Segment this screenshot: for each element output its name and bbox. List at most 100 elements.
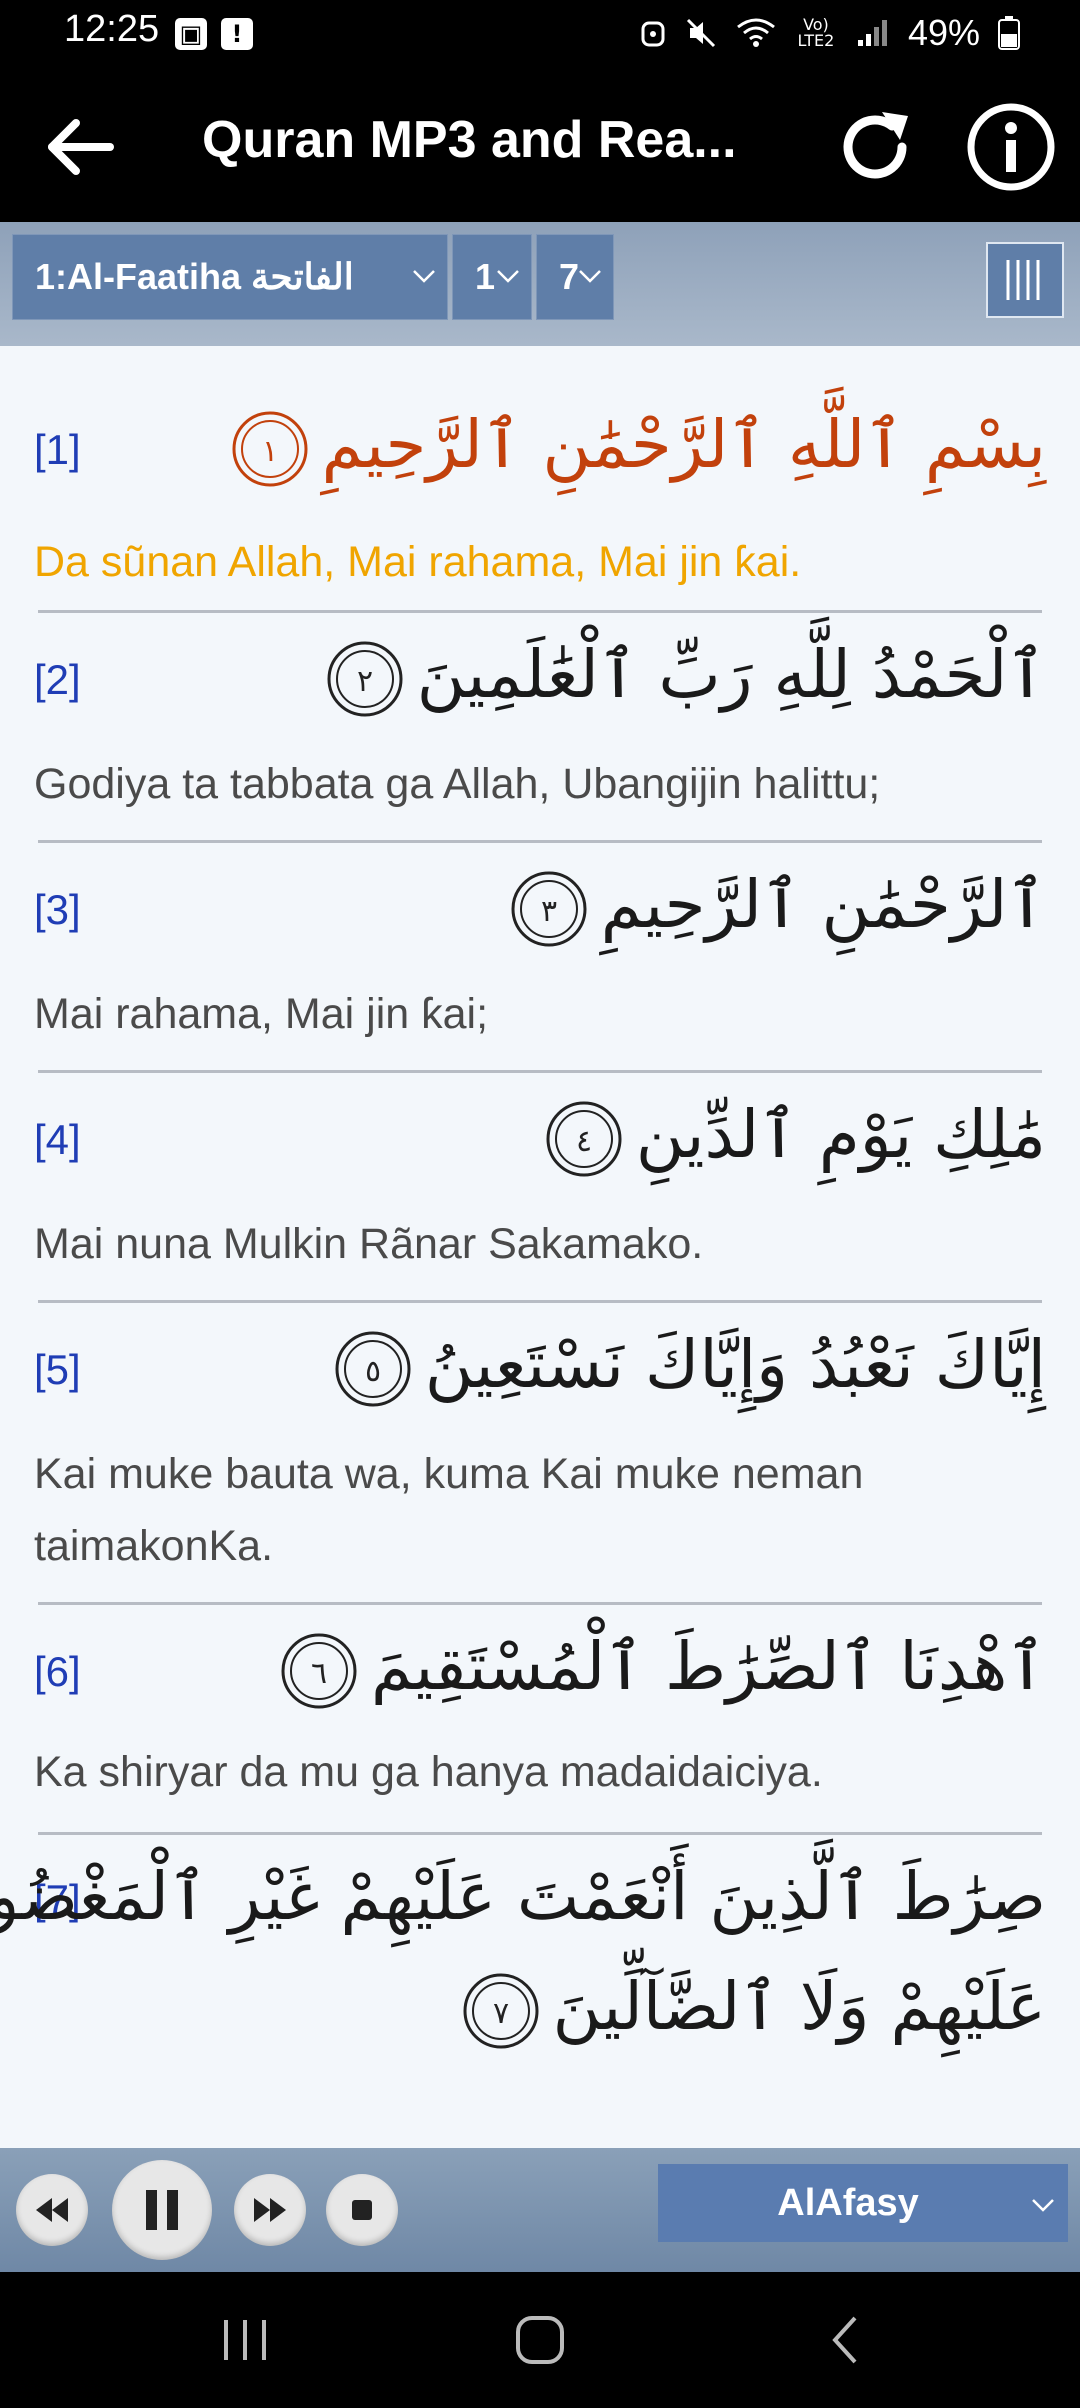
- verse-item[interactable]: [2] ٱلْحَمْدُ لِلَّهِ رَبِّ ٱلْعَٰلَمِين…: [0, 636, 1080, 866]
- fast-forward-icon: [254, 2198, 286, 2222]
- svg-text:١: ١: [262, 434, 278, 469]
- verse-divider: [38, 1832, 1042, 1835]
- recent-apps-icon: [224, 2320, 266, 2360]
- battery-icon: [998, 16, 1020, 50]
- volte-label: Vo) LTE2: [797, 15, 835, 50]
- verse-arabic-text: صِرَٰطَ ٱلَّذِينَ أَنْعَمْتَ عَلَيْهِمْ …: [0, 1858, 1046, 1935]
- verse-number: [3]: [34, 886, 81, 933]
- status-bar: 12:25 ▣ ! Vo) LTE2 49%: [0, 0, 1080, 72]
- home-icon: [516, 2316, 564, 2364]
- verse-item[interactable]: [5] إِيَّاكَ نَعْبُدُ وَإِيَّاكَ نَسْتَع…: [0, 1326, 1080, 1626]
- verse-arabic-continued: عَلَيْهِمْ وَلَا ٱلضَّآلِّينَ ٧: [459, 1968, 1046, 2053]
- reciter-dropdown[interactable]: AlAfasy: [658, 2164, 1068, 2242]
- ayah-marker-icon: ٣: [511, 871, 587, 947]
- columns-icon: [1006, 260, 1040, 300]
- verse-arabic: ٱلرَّحْمَٰنِ ٱلرَّحِيمِ ٣: [507, 866, 1046, 951]
- refresh-icon: [843, 112, 908, 179]
- surah-dropdown[interactable]: 1:Al-Faatiha الفاتحة: [12, 234, 448, 320]
- ayah-marker-icon: ٢: [327, 641, 403, 717]
- arrow-left-icon: [48, 119, 114, 175]
- verse-dropdown-label: 1: [475, 256, 496, 297]
- verse-number: [5]: [34, 1346, 81, 1393]
- verse-arabic-text: ٱلْحَمْدُ لِلَّهِ رَبِّ ٱلْعَٰلَمِينَ: [416, 636, 1046, 713]
- verse-arabic-text: مَٰلِكِ يَوْمِ ٱلدِّينِ: [635, 1096, 1046, 1173]
- verse-item[interactable]: [7] صِرَٰطَ ٱلَّذِينَ أَنْعَمْتَ عَلَيْه…: [0, 1858, 1080, 2148]
- verse-divider: [38, 1300, 1042, 1303]
- mute-icon: [686, 18, 715, 48]
- pause-button[interactable]: [112, 2160, 212, 2260]
- verse-arabic-text: ٱهْدِنَا ٱلصِّرَٰطَ ٱلْمُسْتَقِيمَ: [371, 1628, 1046, 1705]
- verse-divider: [38, 610, 1042, 613]
- verse-item[interactable]: [4] مَٰلِكِ يَوْمِ ٱلدِّينِ ٤ Mai nuna Mu…: [0, 1096, 1080, 1326]
- verse-arabic: ٱلْحَمْدُ لِلَّهِ رَبِّ ٱلْعَٰلَمِينَ ٢: [323, 636, 1046, 721]
- recent-apps-button[interactable]: [210, 2310, 280, 2370]
- system-navigation-bar: [0, 2272, 1080, 2408]
- navigation-selector-bar: 1:Al-Faatiha الفاتحة 1 7: [0, 222, 1080, 346]
- chevron-down-icon: [579, 270, 601, 283]
- range-dropdown[interactable]: 7: [536, 234, 614, 320]
- verse-item[interactable]: [1] بِسْمِ ٱللَّهِ ٱلرَّحْمَٰنِ ٱلرَّحِي…: [0, 406, 1080, 636]
- alarm-icon: [641, 21, 665, 47]
- info-icon: [967, 103, 1055, 191]
- svg-text:٧: ٧: [493, 1996, 509, 2031]
- verse-dropdown[interactable]: 1: [452, 234, 532, 320]
- verse-divider: [38, 1602, 1042, 1605]
- verse-translation: Da sũnan Allah, Mai rahama, Mai jin ƙai.: [34, 538, 802, 586]
- stop-icon: [352, 2200, 372, 2220]
- verse-number: [4]: [34, 1116, 81, 1163]
- verse-divider: [38, 1070, 1042, 1073]
- verse-arabic: بِسْمِ ٱللَّهِ ٱلرَّحْمَٰنِ ٱلرَّحِيمِ ١: [228, 406, 1046, 491]
- verse-arabic-text: إِيَّاكَ نَعْبُدُ وَإِيَّاكَ نَسْتَعِينُ: [424, 1326, 1046, 1403]
- rewind-button[interactable]: [16, 2174, 88, 2246]
- verse-arabic: مَٰلِكِ يَوْمِ ٱلدِّينِ ٤: [542, 1096, 1046, 1181]
- home-button[interactable]: [505, 2308, 575, 2372]
- verse-translation: Mai nuna Mulkin Rãnar Sakamako.: [34, 1220, 704, 1268]
- verse-number: [6]: [34, 1648, 81, 1695]
- verse-number: [2]: [34, 656, 81, 703]
- fast-forward-button[interactable]: [234, 2174, 306, 2246]
- chevron-down-icon: [413, 270, 435, 283]
- refresh-button[interactable]: [830, 102, 920, 192]
- ayah-marker-icon: ١: [232, 411, 308, 487]
- verse-arabic: صِرَٰطَ ٱلَّذِينَ أَنْعَمْتَ عَلَيْهِمْ …: [0, 1858, 1046, 1935]
- ayah-marker-icon: ٥: [335, 1331, 411, 1407]
- svg-text:٤: ٤: [576, 1124, 592, 1159]
- chevron-down-icon: [497, 270, 519, 283]
- layout-toggle-button[interactable]: [986, 242, 1064, 318]
- verse-translation: Godiya ta tabbata ga Allah, Ubangijin ha…: [34, 760, 881, 808]
- notification-icons: ▣ !: [175, 18, 253, 50]
- gallery-notification-icon: ▣: [175, 18, 207, 50]
- svg-text:٢: ٢: [357, 664, 373, 699]
- svg-text:٣: ٣: [541, 894, 557, 929]
- verse-translation: Mai rahama, Mai jin ƙai;: [34, 990, 489, 1038]
- surah-dropdown-label: 1:Al-Faatiha الفاتحة: [35, 256, 354, 297]
- status-time: 12:25: [64, 8, 160, 50]
- verse-arabic: إِيَّاكَ نَعْبُدُ وَإِيَّاكَ نَسْتَعِينُ…: [331, 1326, 1046, 1411]
- battery-percentage: 49%: [907, 12, 980, 53]
- verse-item[interactable]: [3] ٱلرَّحْمَٰنِ ٱلرَّحِيمِ ٣ Mai rahama,…: [0, 866, 1080, 1096]
- ayah-marker-icon: ٤: [546, 1101, 622, 1177]
- verse-translation: Ka shiryar da mu ga hanya madaidaiciya.: [34, 1748, 823, 1796]
- app-title: Quran MP3 and Rea...: [202, 111, 737, 169]
- verse-arabic-text: بِسْمِ ٱللَّهِ ٱلرَّحْمَٰنِ ٱلرَّحِيمِ: [321, 406, 1046, 483]
- verse-item[interactable]: [6] ٱهْدِنَا ٱلصِّرَٰطَ ٱلْمُسْتَقِيمَ ٦ …: [0, 1628, 1080, 1858]
- pause-icon: [146, 2190, 178, 2230]
- alert-notification-icon: !: [221, 18, 253, 50]
- system-back-button[interactable]: [815, 2308, 875, 2372]
- svg-text:٥: ٥: [365, 1354, 381, 1389]
- signal-icon: [857, 20, 887, 46]
- app-bar: Quran MP3 and Rea...: [0, 72, 1080, 222]
- back-button[interactable]: [40, 107, 120, 187]
- verse-translation: Kai muke bauta wa, kuma Kai muke neman t…: [34, 1450, 864, 1570]
- verse-number: [1]: [34, 426, 81, 473]
- chevron-down-icon: [1032, 2199, 1054, 2212]
- wifi-icon: [737, 18, 775, 47]
- ayah-marker-icon: ٦: [281, 1633, 357, 1709]
- stop-button[interactable]: [326, 2174, 398, 2246]
- verse-arabic-text: عَلَيْهِمْ وَلَا ٱلضَّآلِّينَ: [552, 1968, 1046, 2045]
- verse-list[interactable]: [1] بِسْمِ ٱللَّهِ ٱلرَّحْمَٰنِ ٱلرَّحِي…: [0, 346, 1080, 2148]
- verse-arabic-text: ٱلرَّحْمَٰنِ ٱلرَّحِيمِ: [600, 866, 1046, 943]
- reciter-dropdown-label: AlAfasy: [777, 2181, 919, 2224]
- ayah-marker-icon: ٧: [463, 1973, 539, 2049]
- info-button[interactable]: [964, 100, 1058, 194]
